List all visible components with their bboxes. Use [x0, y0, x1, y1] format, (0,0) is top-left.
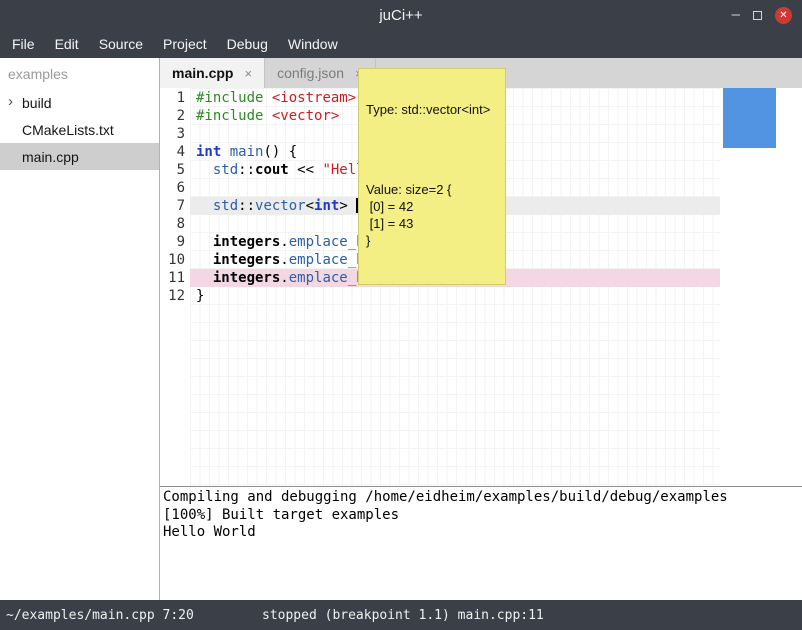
title-bar: juCi++ – ✕: [0, 0, 802, 30]
code-token: [196, 234, 213, 250]
code-token: <iostream>: [272, 90, 356, 106]
menu-bar: FileEditSourceProjectDebugWindow: [0, 30, 802, 58]
close-button[interactable]: ✕: [775, 7, 792, 24]
code-token: integers: [213, 234, 280, 250]
code-token: [196, 162, 213, 178]
code-token: integers: [213, 252, 280, 268]
code-token: [196, 270, 213, 286]
project-name: examples: [0, 58, 159, 89]
file-sidebar: examples › build CMakeLists.txt main.cpp: [0, 58, 160, 600]
tooltip-value-lines: Value: size=2 { [0] = 42 [1] = 43}: [366, 181, 498, 249]
terminal-output[interactable]: Compiling and debugging /home/eidheim/ex…: [160, 486, 802, 600]
source-map-slider[interactable]: [723, 88, 776, 148]
app-window: juCi++ – ✕ FileEditSourceProjectDebugWin…: [0, 0, 802, 630]
status-debug-state: stopped (breakpoint 1.1) main.cpp:11: [262, 608, 544, 623]
tooltip-value-line: [0] = 42: [366, 198, 498, 215]
code-token: #include: [196, 90, 263, 106]
tree-item-label: build: [22, 95, 52, 111]
line-number: 10: [160, 251, 185, 269]
close-icon: ✕: [779, 10, 787, 21]
menu-item-file[interactable]: File: [2, 30, 45, 58]
code-token: () {: [263, 144, 297, 160]
minimize-button[interactable]: –: [732, 10, 740, 20]
line-number: 5: [160, 161, 185, 179]
code-line[interactable]: }: [190, 287, 720, 305]
status-file-position: ~/examples/main.cpp 7:20: [0, 608, 262, 623]
line-number-gutter: 123456789101112: [160, 88, 190, 486]
code-token: cout: [255, 162, 289, 178]
window-title: juCi++: [379, 7, 422, 24]
line-number: 11: [160, 269, 185, 287]
code-token: [196, 198, 213, 214]
tree-item-label: CMakeLists.txt: [22, 122, 114, 138]
code-token: [221, 144, 229, 160]
terminal-line: [100%] Built target examples: [163, 507, 802, 525]
source-map[interactable]: [720, 88, 802, 486]
tree-item-build[interactable]: › build: [0, 89, 159, 116]
restore-button[interactable]: [753, 11, 762, 20]
line-number: 2: [160, 107, 185, 125]
tab-main-cpp[interactable]: main.cpp ×: [160, 58, 265, 88]
line-number: 3: [160, 125, 185, 143]
terminal-line: Compiling and debugging /home/eidheim/ex…: [163, 489, 802, 507]
line-number: 6: [160, 179, 185, 197]
tooltip-value-line: }: [366, 232, 498, 249]
line-number: 4: [160, 143, 185, 161]
code-token: ::: [238, 198, 255, 214]
menu-item-edit[interactable]: Edit: [45, 30, 89, 58]
line-number: 12: [160, 287, 185, 305]
code-token: <<: [289, 162, 323, 178]
tree-item-main-cpp[interactable]: main.cpp: [0, 143, 159, 170]
terminal-line: Hello World: [163, 524, 802, 542]
code-token: .: [280, 234, 288, 250]
code-token: <: [306, 198, 314, 214]
code-token: #include: [196, 108, 263, 124]
line-number: 9: [160, 233, 185, 251]
expander-icon[interactable]: ›: [8, 93, 13, 110]
code-token: [196, 252, 213, 268]
window-controls: – ✕: [732, 0, 792, 30]
code-token: [263, 90, 271, 106]
code-token: ::: [238, 162, 255, 178]
code-token: vector: [255, 198, 306, 214]
code-token: std: [213, 162, 238, 178]
code-token: }: [196, 288, 204, 304]
code-token: int: [196, 144, 221, 160]
tooltip-value-line: Value: size=2 {: [366, 181, 498, 198]
code-token: .: [280, 252, 288, 268]
tree-item-label: main.cpp: [22, 149, 79, 165]
menu-item-window[interactable]: Window: [278, 30, 348, 58]
code-token: [263, 108, 271, 124]
tooltip-type-line: Type: std::vector<int>: [366, 102, 498, 117]
menu-item-debug[interactable]: Debug: [217, 30, 278, 58]
code-token: int: [314, 198, 339, 214]
line-number: 8: [160, 215, 185, 233]
tab-label: config.json: [277, 65, 344, 81]
code-token: integers: [213, 270, 280, 286]
line-number: 1: [160, 89, 185, 107]
code-token: >: [339, 198, 347, 214]
code-token: <vector>: [272, 108, 339, 124]
line-number: 7: [160, 197, 185, 215]
file-tree: › build CMakeLists.txt main.cpp: [0, 89, 159, 170]
code-token: main: [230, 144, 264, 160]
tooltip-value-line: [1] = 43: [366, 215, 498, 232]
tab-close-icon[interactable]: ×: [244, 66, 252, 81]
code-token: std: [213, 198, 238, 214]
code-token: .: [280, 270, 288, 286]
tree-item-cmakelists-txt[interactable]: CMakeLists.txt: [0, 116, 159, 143]
status-bar: ~/examples/main.cpp 7:20 stopped (breakp…: [0, 600, 802, 630]
menu-item-project[interactable]: Project: [153, 30, 217, 58]
tab-label: main.cpp: [172, 65, 233, 81]
menu-item-source[interactable]: Source: [89, 30, 153, 58]
code-token: [348, 198, 356, 214]
debug-value-tooltip: Type: std::vector<int> Value: size=2 { […: [358, 68, 506, 285]
